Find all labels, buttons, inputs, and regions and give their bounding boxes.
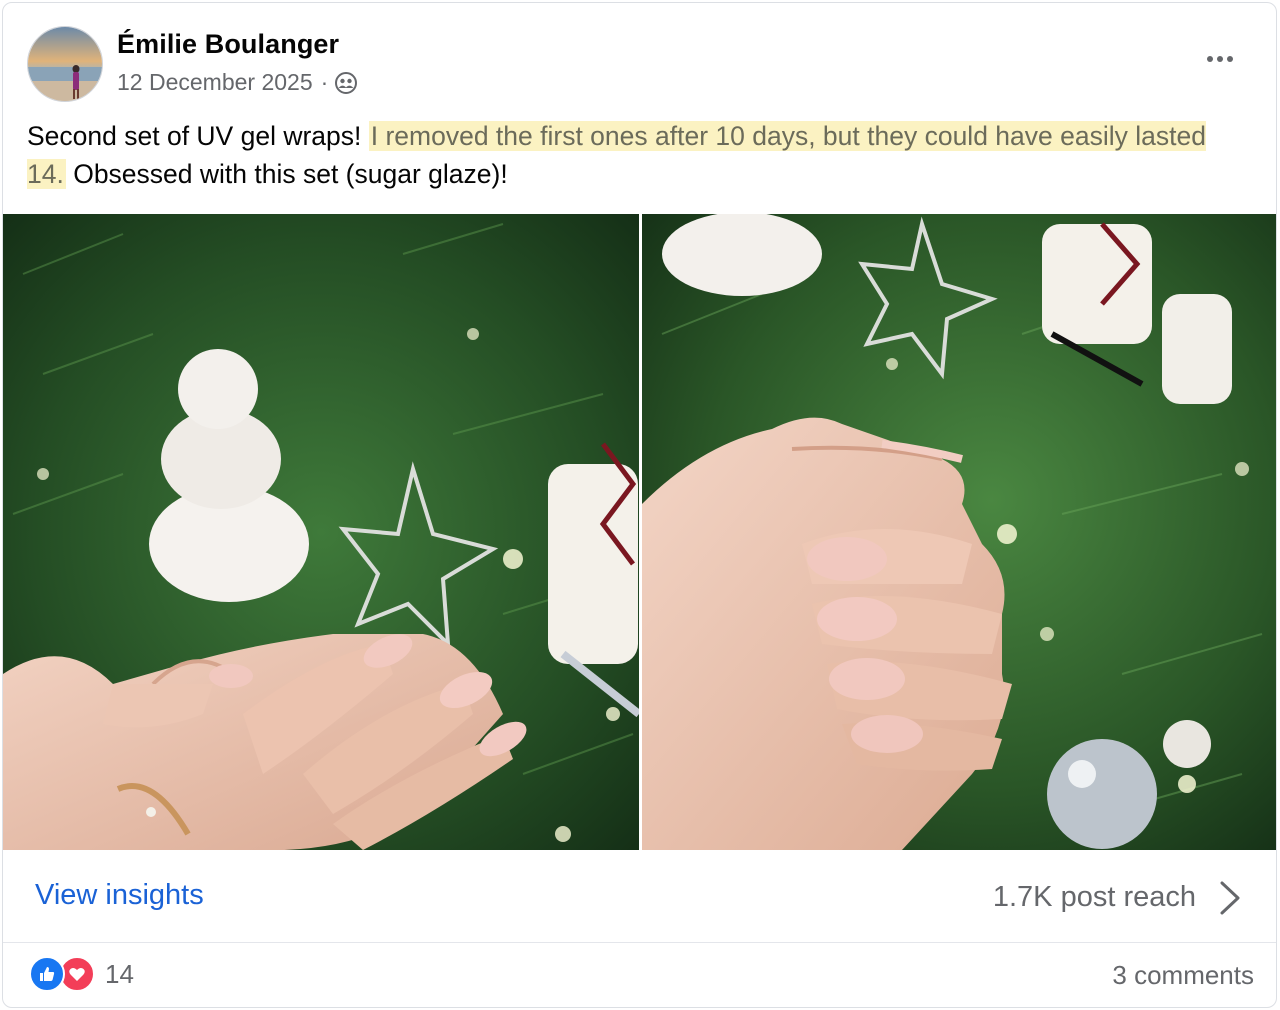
chevron-right-icon[interactable] (1218, 879, 1242, 917)
more-icon-dot (1217, 56, 1223, 62)
author-name[interactable]: Émilie Boulanger (117, 29, 339, 60)
more-icon (1207, 56, 1213, 62)
post-date[interactable]: 12 December 2025 (117, 69, 313, 96)
left-hand-nails-photo[interactable] (3, 214, 639, 850)
insights-row: View insights 1.7K post reach (3, 851, 1276, 943)
reactions-summary[interactable]: 14 (29, 956, 134, 992)
post-caption: Second set of UV gel wraps! I removed th… (27, 117, 1247, 193)
caption-text: Second set of UV gel wraps! (27, 121, 369, 151)
comments-count-link[interactable]: 3 comments (1112, 960, 1254, 991)
post-reach[interactable]: 1.7K post reach (993, 881, 1196, 914)
reaction-count: 14 (105, 958, 134, 989)
view-insights-link[interactable]: View insights (35, 879, 204, 912)
curled-hand-nails-photo[interactable] (642, 214, 1276, 850)
more-options-button[interactable] (1200, 45, 1240, 73)
more-icon-dot (1227, 56, 1233, 62)
meta-separator: · (320, 69, 329, 95)
friends-icon[interactable] (334, 71, 358, 95)
post-card: Émilie Boulanger 12 December 2025 · Seco… (2, 2, 1277, 1008)
author-avatar[interactable] (27, 26, 103, 102)
post-meta: 12 December 2025 · (117, 69, 358, 96)
like-icon (29, 956, 65, 992)
photo-grid (3, 214, 1276, 850)
caption-text-end: Obsessed with this set (sugar glaze)! (65, 159, 508, 189)
